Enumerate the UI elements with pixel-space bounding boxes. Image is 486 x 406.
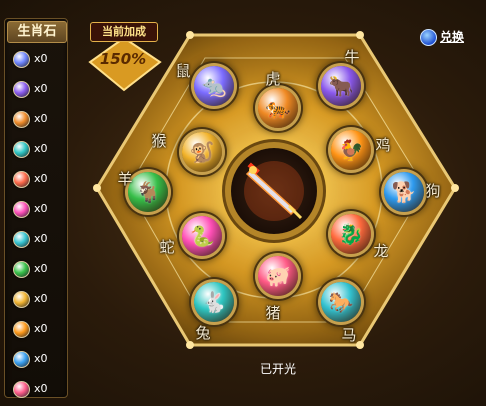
rooster-icon: 🐓	[338, 138, 364, 162]
tiger-icon: 🐅	[265, 96, 291, 120]
zodiac-medal-rooster[interactable]: 🐓	[331, 130, 371, 170]
rabbit-stone-icon	[13, 141, 30, 158]
horse-stone-icon	[13, 231, 30, 248]
ox-stone-icon	[13, 81, 30, 98]
exchange-gem-icon	[420, 29, 437, 46]
pig-stone-count: x0	[34, 382, 48, 395]
zodiac-label-goat: 羊	[117, 170, 133, 188]
stone-row-ox[interactable]: x0	[13, 79, 67, 99]
zodiac-medal-dog[interactable]: 🐕	[384, 172, 424, 212]
rat-icon: 🐀	[201, 74, 227, 98]
zodiac-panel: 生肖石 x0 x0 x0 x0 x0 x0 x0 x0 x0 x0 x0 x0 当前加成 150% 兑…	[0, 0, 486, 406]
ox-stone-count: x0	[34, 82, 48, 95]
stone-row-dragon[interactable]: x0	[13, 169, 67, 189]
monkey-icon: 🐒	[189, 140, 215, 164]
zodiac-medal-tiger[interactable]: 🐅	[258, 88, 298, 128]
ox-icon: 🐂	[328, 74, 354, 98]
pig-stone-icon	[13, 381, 30, 398]
sidebar-title: 生肖石	[7, 21, 67, 43]
stone-row-tiger[interactable]: x0	[13, 109, 67, 129]
exchange-label: 兑换	[440, 30, 465, 44]
zodiac-label-tiger: 虎	[265, 70, 281, 88]
stone-row-pig[interactable]: x0	[13, 379, 67, 399]
zodiac-medal-monkey[interactable]: 🐒	[182, 132, 222, 172]
zodiac-medal-rabbit[interactable]: 🐇	[194, 282, 234, 322]
zodiac-medal-ox[interactable]: 🐂	[321, 66, 361, 106]
zodiac-label-dog: 狗	[425, 182, 441, 200]
dog-stone-icon	[13, 351, 30, 368]
rat-stone-icon	[13, 51, 30, 68]
zodiac-label-monkey: 猴	[151, 132, 167, 150]
center-sword-slot[interactable]	[231, 148, 317, 234]
dragon-stone-count: x0	[34, 172, 48, 185]
zodiac-stone-sidebar: 生肖石 x0 x0 x0 x0 x0 x0 x0 x0 x0 x0 x0 x0	[4, 18, 68, 398]
zodiac-label-horse: 马	[341, 326, 357, 344]
snake-icon: 🐍	[189, 224, 215, 248]
stone-row-goat[interactable]: x0	[13, 259, 67, 279]
bonus-value: 150%	[99, 50, 147, 68]
stone-row-rooster[interactable]: x0	[13, 319, 67, 339]
dragon-stone-icon	[13, 171, 30, 188]
snake-stone-icon	[13, 201, 30, 218]
rabbit-icon: 🐇	[201, 290, 227, 314]
horse-stone-count: x0	[34, 232, 48, 245]
goat-stone-count: x0	[34, 262, 48, 275]
status-text: 已开光	[259, 362, 296, 376]
dog-icon: 🐕	[391, 180, 417, 204]
exchange-button[interactable]: 兑换	[420, 28, 472, 48]
stone-row-horse[interactable]: x0	[13, 229, 67, 249]
zodiac-label-ox: 牛	[344, 48, 360, 66]
bonus-label: 当前加成	[90, 22, 158, 42]
rooster-stone-count: x0	[34, 322, 48, 335]
zodiac-label-rooster: 鸡	[375, 136, 391, 154]
rabbit-stone-count: x0	[34, 142, 48, 155]
zodiac-label-dragon: 龙	[373, 242, 389, 260]
rooster-stone-icon	[13, 321, 30, 338]
pig-icon: 🐖	[265, 264, 291, 288]
rat-stone-count: x0	[34, 52, 48, 65]
sword-icon	[244, 161, 304, 221]
stone-row-dog[interactable]: x0	[13, 349, 67, 369]
goat-stone-icon	[13, 261, 30, 278]
zodiac-label-rabbit: 兔	[195, 324, 211, 342]
zodiac-medal-dragon[interactable]: 🐉	[331, 214, 371, 254]
horse-icon: 🐎	[328, 290, 354, 314]
zodiac-label-snake: 蛇	[159, 238, 175, 256]
dog-stone-count: x0	[34, 352, 48, 365]
zodiac-medal-pig[interactable]: 🐖	[258, 256, 298, 296]
zodiac-label-rat: 鼠	[175, 62, 191, 80]
snake-stone-count: x0	[34, 202, 48, 215]
stone-row-rat[interactable]: x0	[13, 49, 67, 69]
stone-row-snake[interactable]: x0	[13, 199, 67, 219]
tiger-stone-count: x0	[34, 112, 48, 125]
stone-row-monkey[interactable]: x0	[13, 289, 67, 309]
zodiac-label-pig: 猪	[265, 304, 281, 322]
monkey-stone-icon	[13, 291, 30, 308]
tiger-stone-icon	[13, 111, 30, 128]
stone-row-rabbit[interactable]: x0	[13, 139, 67, 159]
zodiac-medal-rat[interactable]: 🐀	[194, 66, 234, 106]
zodiac-medal-horse[interactable]: 🐎	[321, 282, 361, 322]
dragon-icon: 🐉	[338, 222, 364, 246]
bonus-badge: 当前加成 150%	[90, 22, 160, 94]
monkey-stone-count: x0	[34, 292, 48, 305]
zodiac-medal-snake[interactable]: 🐍	[182, 216, 222, 256]
